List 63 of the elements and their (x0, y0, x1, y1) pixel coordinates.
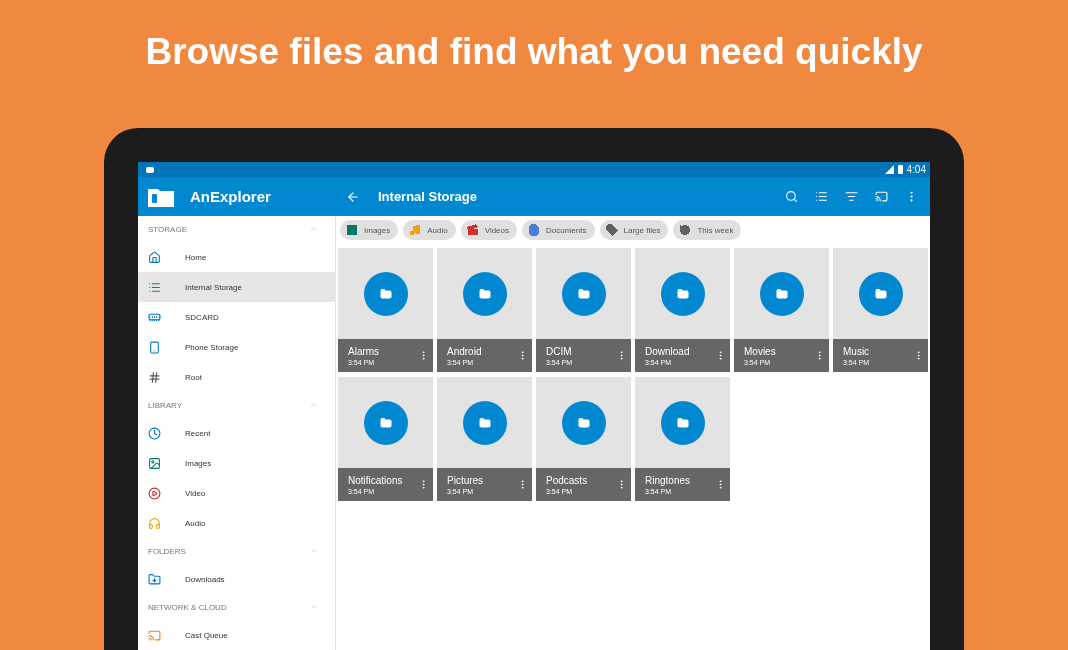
sidebar-item[interactable]: Audio (138, 508, 335, 538)
folder-name: Podcasts (546, 474, 588, 486)
sidebar-item[interactable]: Root (138, 362, 335, 392)
folder-icon (379, 287, 392, 300)
folder-name: Pictures (447, 474, 484, 486)
folder-icon (478, 416, 491, 429)
folder-icon (379, 416, 392, 429)
app-logo-icon (148, 186, 174, 207)
sidebar-item[interactable]: SDCARD (138, 302, 335, 332)
section-title: NETWORK & CLOUD (148, 602, 227, 612)
folder-name: Music (843, 345, 870, 357)
sidebar-item[interactable]: Cast Queue (138, 620, 335, 650)
section-title: LIBRARY (148, 400, 183, 410)
section-title: FOLDERS (148, 546, 186, 556)
filter-chip[interactable]: Documents (522, 220, 595, 240)
image-icon (148, 456, 161, 470)
download-folder-icon (148, 572, 161, 586)
filter-icon (844, 190, 858, 203)
folder-icon (874, 287, 887, 300)
folder-icon (478, 287, 491, 300)
folder-icon (577, 287, 590, 300)
list-icon (148, 280, 161, 294)
cast-icon (148, 628, 161, 642)
sidebar-item[interactable]: Downloads (138, 564, 335, 594)
app-name: AnExplorer (190, 188, 271, 205)
clock-time: 4:04 (906, 164, 926, 175)
folder-name: DCIM (546, 345, 573, 357)
folder-icon (577, 416, 590, 429)
filter-chip[interactable]: Audio (403, 220, 456, 240)
toolbar-title: Internal Storage (378, 189, 478, 204)
sidebar-item[interactable]: Images (138, 448, 335, 478)
folder-name: Android (447, 345, 482, 357)
sidebar-item[interactable]: Home (138, 242, 335, 272)
filter-chip[interactable]: Images (340, 220, 399, 240)
android-icon (146, 166, 154, 173)
filter-chip[interactable]: Large files (599, 220, 669, 240)
sidebar-item[interactable]: Internal Storage (138, 272, 335, 302)
hash-icon (148, 370, 161, 384)
folder-name: Alarms (348, 345, 380, 357)
sidebar-item[interactable]: Video (138, 478, 335, 508)
folder-name: Movies (744, 345, 776, 357)
search-icon (784, 190, 798, 203)
list-icon (814, 190, 828, 203)
phone-icon (148, 340, 161, 354)
section-title: STORAGE (148, 224, 187, 234)
filter-chip[interactable]: This week (673, 220, 742, 240)
sidebar-item[interactable]: Recent (138, 418, 335, 448)
sidebar-item[interactable]: Phone Storage (138, 332, 335, 362)
cast-icon (874, 190, 888, 203)
signal-icon (884, 165, 894, 174)
filter-chip[interactable]: Videos (460, 220, 518, 240)
home-icon (148, 250, 161, 264)
folder-name: Notifications (348, 474, 403, 486)
battery-icon (897, 165, 903, 174)
folder-icon (676, 416, 689, 429)
clock-icon (148, 426, 161, 440)
folder-name: Download (645, 345, 690, 357)
headline: Browse files and find what you need quickly (145, 30, 923, 74)
folder-icon (676, 287, 689, 300)
play-icon (148, 486, 161, 500)
headphones-icon (148, 516, 161, 530)
folder-name: Ringtones (645, 474, 691, 486)
folder-icon (775, 287, 788, 300)
